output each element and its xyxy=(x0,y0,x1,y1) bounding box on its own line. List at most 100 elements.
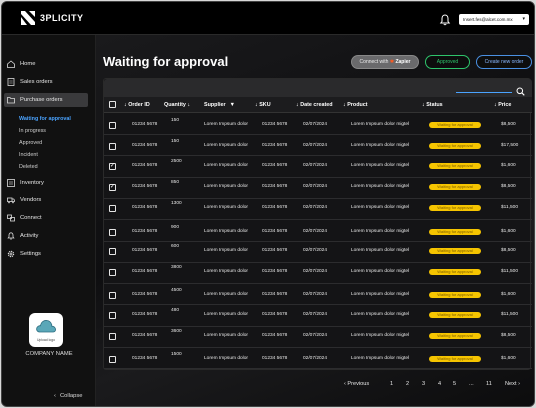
row-checkbox[interactable] xyxy=(109,228,116,236)
notifications-bell-icon[interactable] xyxy=(439,13,451,26)
table-header: ↓ Order ID Quantity ↓ Supplier ▼ ↓ SKU ↓ … xyxy=(104,97,532,113)
sidebar-item-purchase-orders[interactable]: Purchase orders xyxy=(4,93,88,107)
next-page-button[interactable]: Next › xyxy=(505,381,520,387)
create-new-order-button[interactable]: Create new order xyxy=(476,55,532,69)
row-checkbox[interactable] xyxy=(109,356,116,364)
status-badge: Waiting for approval xyxy=(429,143,481,150)
cell-supplier: Lorem Impsum dolor xyxy=(204,143,248,149)
select-all-checkbox[interactable] xyxy=(109,101,116,108)
cell-date-created: 02/07/2024 xyxy=(303,228,328,234)
brand-logo[interactable]: 3PLICITY xyxy=(20,10,84,26)
cell-price: $1,600 xyxy=(501,228,516,234)
cell-sku: 01234 5678 xyxy=(262,247,288,253)
status-badge: Waiting for approval xyxy=(429,205,481,212)
cell-product: Lorem Impsum dolor migtel xyxy=(351,311,410,317)
col-label: Product xyxy=(347,102,368,108)
cell-price: $17,500 xyxy=(501,143,519,149)
cell-quantity: 1500 xyxy=(171,352,182,358)
sidebar-item-label: Home xyxy=(20,61,36,67)
table-row[interactable]: 01234 5678 1300 Lorem Impsum dolor 01234 56… xyxy=(104,199,532,221)
cell-quantity: 2500 xyxy=(171,158,182,164)
page-3-button[interactable]: 3 xyxy=(422,381,425,387)
table-row[interactable]: 01234 5678 2500 Lorem Impsum dolor 01234 56… xyxy=(104,157,532,178)
cell-quantity: 4500 xyxy=(171,288,182,294)
connect-zapier-button[interactable]: Connect with ✱ Zapier xyxy=(351,55,419,69)
cell-quantity: 1300 xyxy=(171,201,182,207)
table-row[interactable]: 01234 5678 850 Lorem Impsum dolor 01234 567… xyxy=(104,178,532,199)
subitem-deleted[interactable]: Deleted xyxy=(19,164,38,170)
page-11-button[interactable]: 11 xyxy=(486,381,492,387)
sidebar-item-activity[interactable]: Activity xyxy=(2,229,90,243)
cell-supplier: Lorem Impsum dolor xyxy=(204,205,248,211)
collapse-label: Collapse xyxy=(59,393,83,399)
table-row[interactable]: 01234 5678 480 Lorem Impsum dolor 01234 567… xyxy=(104,306,532,327)
status-badge: Waiting for approval xyxy=(429,247,481,254)
row-checkbox[interactable] xyxy=(109,292,116,300)
page-4-button[interactable]: 4 xyxy=(438,381,441,387)
table-row[interactable]: 01234 5678 4500 Lorem Impsum dolor 01234 56… xyxy=(104,284,532,306)
table-row[interactable]: 01234 5678 3600 Lorem Impsum dolor 01234 56… xyxy=(104,327,532,348)
page-2-button[interactable]: 2 xyxy=(406,381,409,387)
col-status[interactable]: ↓ Status xyxy=(422,102,443,108)
subitem-approved[interactable]: Approved xyxy=(19,140,42,146)
table-row[interactable]: 01234 5678 600 Lorem Impsum dolor 01234 567… xyxy=(104,242,532,263)
row-checkbox[interactable] xyxy=(109,122,116,129)
upload-logo-button[interactable]: Upload logo xyxy=(29,313,63,347)
subitem-waiting-for-approval[interactable]: Waiting for approval xyxy=(19,116,71,122)
col-supplier[interactable]: Supplier ▼ xyxy=(204,102,235,108)
cell-quantity: 3800 xyxy=(171,265,182,271)
sidebar-item-sales-orders[interactable]: Sales orders xyxy=(2,75,90,89)
cell-supplier: Lorem Impsum dolor xyxy=(204,228,248,234)
table-row[interactable]: 01234 5678 150 Lorem Impsum dolor 01234 567… xyxy=(104,135,532,157)
previous-label: Previous xyxy=(347,381,370,387)
page-1-button[interactable]: 1 xyxy=(390,381,393,387)
cell-order-id: 01234 5678 xyxy=(132,311,158,317)
cell-order-id: 01234 5678 xyxy=(132,333,158,338)
row-checkbox[interactable] xyxy=(109,162,116,170)
cell-order-id: 01234 5678 xyxy=(132,269,158,275)
table-row[interactable]: 01234 5678 3800 Lorem Impsum dolor 01234 56… xyxy=(104,263,532,285)
table-row[interactable]: 01234 5678 900 Lorem Impsum dolor 01234 567… xyxy=(104,221,532,242)
collapse-button[interactable]: ‹ Collapse xyxy=(54,393,83,399)
filter-icon[interactable]: ▼ xyxy=(230,102,235,108)
cell-date-created: 02/07/2024 xyxy=(303,205,328,211)
col-sku[interactable]: ↓ SKU xyxy=(255,102,271,108)
cell-order-id: 01234 5678 xyxy=(132,356,158,362)
col-price[interactable]: ↓ Price xyxy=(494,102,511,108)
cell-price: $8,500 xyxy=(501,247,516,253)
col-label: Date created xyxy=(300,102,333,108)
row-checkbox[interactable] xyxy=(109,311,116,319)
page-5-button[interactable]: 5 xyxy=(453,381,456,387)
row-checkbox[interactable] xyxy=(109,143,116,151)
sidebar-item-connect[interactable]: Connect xyxy=(2,211,90,225)
row-checkbox[interactable] xyxy=(109,247,116,255)
subitem-incident[interactable]: Incident xyxy=(19,152,38,158)
cell-price: $8,500 xyxy=(501,122,516,127)
col-product[interactable]: ↓ Product xyxy=(343,102,368,108)
table-row[interactable]: 01234 5678 150 Lorem Impsum dolor 01234 567… xyxy=(104,114,532,135)
cell-price: $1,600 xyxy=(501,292,516,298)
cell-price: $11,500 xyxy=(501,269,518,275)
row-checkbox[interactable] xyxy=(109,333,116,340)
sidebar-item-vendors[interactable]: Vendors xyxy=(2,193,90,207)
approved-button[interactable]: Approved xyxy=(425,55,470,69)
row-checkbox[interactable] xyxy=(109,183,116,191)
cell-supplier: Lorem Impsum dolor xyxy=(204,269,248,275)
table-row[interactable]: 01234 5678 1500 Lorem Impsum dolor 01234 56… xyxy=(104,348,532,370)
cell-supplier: Lorem Impsum dolor xyxy=(204,311,248,317)
search-icon[interactable] xyxy=(516,83,525,96)
row-checkbox[interactable] xyxy=(109,205,116,213)
col-date-created[interactable]: ↓ Date created xyxy=(296,102,333,108)
col-quantity[interactable]: Quantity ↓ xyxy=(164,102,190,108)
account-select[interactable]: Insert.fes@alcet.com.mx ▾ xyxy=(459,14,529,25)
search-input[interactable] xyxy=(456,92,512,93)
row-checkbox[interactable] xyxy=(109,269,116,277)
sidebar-item-home[interactable]: Home xyxy=(2,57,90,71)
sidebar-item-settings[interactable]: Settings xyxy=(2,247,90,261)
col-order-id[interactable]: ↓ Order ID xyxy=(124,102,150,108)
cell-sku: 01234 5678 xyxy=(262,162,288,168)
sidebar-item-inventory[interactable]: Inventory xyxy=(2,176,90,190)
subitem-in-progress[interactable]: In progress xyxy=(19,128,46,134)
cell-product: Lorem Impsum dolor migtel xyxy=(351,247,410,253)
previous-page-button[interactable]: ‹ Previous xyxy=(344,381,369,387)
